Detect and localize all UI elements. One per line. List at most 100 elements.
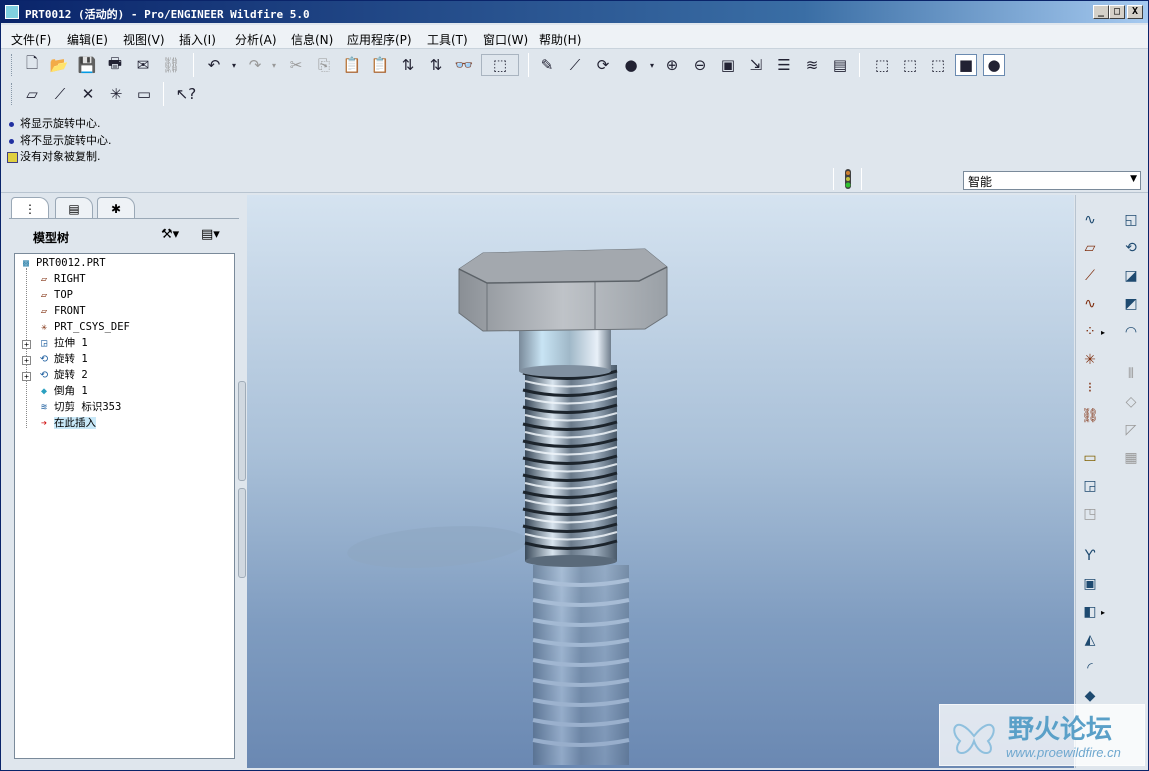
cut-icon[interactable]: ✂ (285, 54, 307, 76)
open-icon[interactable]: 📂 (48, 54, 70, 76)
sketch-icon[interactable]: ✎ (536, 54, 558, 76)
shell-icon[interactable]: ▣ (1079, 573, 1101, 595)
analysis-feature-icon[interactable]: ⁝ (1079, 377, 1101, 399)
datum-curve-icon[interactable]: ∿ (1079, 293, 1101, 315)
paste-special-icon[interactable]: 📋 (369, 54, 391, 76)
regenerate-manager-icon[interactable]: ⇅ (425, 54, 447, 76)
no-hidden-icon[interactable]: ⬚ (927, 54, 949, 76)
offset-icon[interactable]: ⛓ (1079, 405, 1101, 427)
tree-item-revolve-1[interactable]: ⟲ 旋转 1 (37, 352, 88, 367)
graphics-window[interactable] (247, 195, 1074, 768)
reorient-icon[interactable]: ⇲ (745, 54, 767, 76)
csys-display-icon[interactable]: ✳ (105, 83, 127, 105)
zoom-out-icon[interactable]: ⊖ (689, 54, 711, 76)
edge-icon[interactable]: ⟋ (564, 54, 586, 76)
context-help-icon[interactable]: ↖? (175, 83, 197, 105)
annotation-display-icon[interactable]: ▭ (133, 83, 155, 105)
blend-tool-icon[interactable]: ◩ (1120, 293, 1142, 315)
copy-geometry-icon[interactable]: ◲ (1079, 475, 1101, 497)
send-mail-icon[interactable]: ✉ (132, 54, 154, 76)
tree-item-part[interactable]: ▩ PRT0012.PRT (19, 256, 106, 271)
toolbar-grip-2[interactable] (11, 83, 14, 105)
print-icon[interactable]: 🖶 (104, 54, 126, 76)
shaded-sphere-icon[interactable]: ● (620, 54, 642, 76)
tree-item-top[interactable]: ▱ TOP (37, 288, 73, 303)
menu-insert[interactable]: 插入(I) (179, 31, 216, 48)
panel-sash[interactable] (238, 381, 246, 481)
expand-icon[interactable]: + (22, 356, 31, 365)
enhanced-realism-icon[interactable]: ● (983, 54, 1005, 76)
tree-item-revolve-2[interactable]: ⟲ 旋转 2 (37, 368, 88, 383)
regenerate-icon[interactable]: ⇅ (397, 54, 419, 76)
tab-folder-browser[interactable]: ▤ (55, 197, 93, 219)
hidden-line-icon[interactable]: ⬚ (899, 54, 921, 76)
tree-settings-icon[interactable]: ⚒▾ (161, 227, 179, 242)
rib-dropdown-icon[interactable]: ▸ (1098, 601, 1108, 623)
menu-applications[interactable]: 应用程序(P) (347, 31, 412, 48)
shrinkwrap-icon[interactable]: ◳ (1079, 503, 1101, 525)
menu-view[interactable]: 视图(V) (123, 31, 165, 48)
axis-display-icon[interactable]: ⟋ (49, 83, 71, 105)
tree-item-cut[interactable]: ≋ 切剪 标识353 (37, 400, 121, 415)
saved-views-icon[interactable]: ☰ (773, 54, 795, 76)
close-button[interactable]: X (1127, 5, 1143, 19)
datum-csys-icon[interactable]: ✳ (1079, 349, 1101, 371)
menu-analysis[interactable]: 分析(A) (235, 31, 277, 48)
find-icon[interactable]: 👓 (453, 54, 475, 76)
paste-icon[interactable]: 📋 (341, 54, 363, 76)
tab-model-tree[interactable]: ⋮ (11, 197, 49, 219)
selection-box-icon[interactable]: ⬚ (481, 54, 519, 76)
menu-help[interactable]: 帮助(H) (539, 31, 581, 48)
draft-icon[interactable]: ◭ (1079, 629, 1101, 651)
tree-show-icon[interactable]: ▤▾ (201, 227, 220, 242)
pattern-icon[interactable]: ▦ (1120, 447, 1142, 469)
send-link-icon[interactable]: ⛓ (160, 54, 182, 76)
maximize-button[interactable]: □ (1109, 5, 1125, 19)
save-icon[interactable]: 💾 (76, 54, 98, 76)
title-bar[interactable]: PRT0012 (活动的) - Pro/ENGINEER Wildfire 5.… (1, 1, 1148, 23)
merge-icon[interactable]: ◇ (1120, 391, 1142, 413)
trim-icon[interactable]: ◸ (1120, 419, 1142, 441)
undo-dropdown-icon[interactable]: ▾ (223, 54, 245, 76)
toolbar-grip[interactable] (11, 54, 14, 76)
round-icon[interactable]: ◜ (1079, 657, 1101, 679)
tab-favorites[interactable]: ✱ (97, 197, 135, 219)
wireframe-icon[interactable]: ⬚ (871, 54, 893, 76)
mirror-icon[interactable]: ⫴ (1120, 363, 1142, 385)
undo-icon[interactable]: ↶ (203, 54, 225, 76)
tree-item-insert-here[interactable]: ➔ 在此插入 (37, 416, 96, 431)
display-dropdown-icon[interactable]: ▾ (641, 54, 663, 76)
menu-edit[interactable]: 编辑(E) (67, 31, 108, 48)
tree-item-chamfer[interactable]: ◆ 倒角 1 (37, 384, 88, 399)
datum-axis-icon[interactable]: ⟋ (1079, 265, 1101, 287)
tree-item-front[interactable]: ▱ FRONT (37, 304, 86, 319)
zoom-in-icon[interactable]: ⊕ (661, 54, 683, 76)
revolve-tool-icon[interactable]: ⟲ (1120, 237, 1142, 259)
datum-sketch-icon[interactable]: ∿ (1079, 209, 1101, 231)
menu-tools[interactable]: 工具(T) (427, 31, 468, 48)
expand-icon[interactable]: + (22, 340, 31, 349)
layers-icon[interactable]: ≋ (801, 54, 823, 76)
plane-display-icon[interactable]: ▱ (21, 83, 43, 105)
datum-point-dropdown-icon[interactable]: ▸ (1098, 321, 1108, 343)
tree-item-csys[interactable]: ✳ PRT_CSYS_DEF (37, 320, 130, 335)
point-display-icon[interactable]: ✕ (77, 83, 99, 105)
orient-mode-icon[interactable]: ⟳ (592, 54, 614, 76)
refit-icon[interactable]: ▣ (717, 54, 739, 76)
menu-window[interactable]: 窗口(W) (483, 31, 528, 48)
menu-file[interactable]: 文件(F) (11, 31, 51, 48)
datum-tool-icon[interactable]: ◱ (1120, 209, 1142, 231)
view-manager-icon[interactable]: ▤ (829, 54, 851, 76)
expand-icon[interactable]: + (22, 372, 31, 381)
redo-dropdown-icon[interactable]: ▾ (263, 54, 285, 76)
sweep-tool-icon[interactable]: ◪ (1120, 265, 1142, 287)
copy-icon[interactable]: ⎘ (313, 54, 335, 76)
selection-filter[interactable]: 智能 ▼ (963, 171, 1141, 190)
minimize-button[interactable]: _ (1093, 5, 1109, 19)
boundary-blend-icon[interactable]: ◠ (1120, 321, 1142, 343)
new-icon[interactable]: 🗋 (21, 54, 43, 76)
panel-sash[interactable] (238, 488, 246, 578)
shading-icon[interactable]: ■ (955, 54, 977, 76)
tree-item-extrude[interactable]: ◲ 拉伸 1 (37, 336, 88, 351)
tree-item-right[interactable]: ▱ RIGHT (37, 272, 86, 287)
